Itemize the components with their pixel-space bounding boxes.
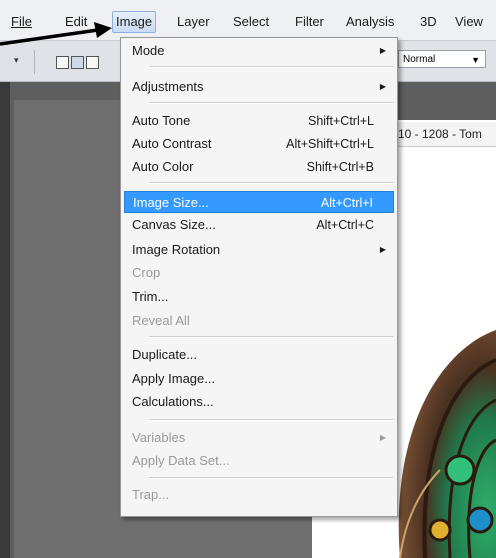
menu-item-label: Apply Image... bbox=[132, 371, 216, 386]
menu-separator bbox=[149, 102, 393, 104]
menu-filter[interactable]: Filter bbox=[292, 13, 327, 31]
menu-item-auto-color[interactable]: Auto Color Shift+Ctrl+B bbox=[124, 156, 394, 178]
menu-item-trap: Trap... bbox=[124, 484, 394, 506]
menu-view[interactable]: View bbox=[452, 13, 486, 31]
menu-edit[interactable]: Edit bbox=[62, 13, 90, 31]
menu-item-shortcut: Shift+Ctrl+B bbox=[306, 160, 374, 174]
submenu-arrow-icon: ▶ bbox=[379, 46, 386, 55]
menu-bar: File Edit Image Layer Select Filter Anal… bbox=[0, 0, 496, 41]
menu-item-image-rotation[interactable]: Image Rotation ▶ bbox=[124, 239, 394, 261]
submenu-arrow-icon: ▶ bbox=[379, 82, 386, 91]
menu-item-label: Auto Tone bbox=[132, 113, 191, 128]
menu-select-label: Select bbox=[233, 14, 270, 29]
menu-image-label: Image bbox=[116, 14, 153, 29]
menu-file[interactable]: File bbox=[8, 13, 35, 31]
menu-image[interactable]: Image bbox=[112, 11, 157, 33]
menu-item-shortcut: Alt+Ctrl+C bbox=[316, 218, 374, 232]
menu-separator bbox=[149, 182, 393, 184]
menu-layer[interactable]: Layer bbox=[174, 13, 213, 31]
menu-item-shortcut: Alt+Ctrl+I bbox=[320, 196, 373, 210]
menu-separator bbox=[149, 419, 393, 421]
options-separator bbox=[34, 50, 35, 74]
menu-item-apply-data-set: Apply Data Set... bbox=[124, 450, 394, 472]
subtract-selection-icon[interactable] bbox=[86, 56, 99, 69]
menu-3d[interactable]: 3D bbox=[417, 13, 440, 31]
menu-item-label: Crop bbox=[132, 265, 161, 280]
menu-item-label: Auto Color bbox=[132, 159, 194, 174]
menu-separator bbox=[149, 66, 393, 68]
menu-layer-label: Layer bbox=[177, 14, 210, 29]
menu-item-auto-tone[interactable]: Auto Tone Shift+Ctrl+L bbox=[124, 110, 394, 132]
menu-item-adjustments[interactable]: Adjustments ▶ bbox=[124, 76, 394, 98]
submenu-arrow-icon: ▶ bbox=[379, 433, 386, 442]
menu-separator bbox=[149, 477, 393, 479]
menu-item-auto-contrast[interactable]: Auto Contrast Alt+Shift+Ctrl+L bbox=[124, 133, 394, 155]
menu-item-label: Auto Contrast bbox=[132, 136, 212, 151]
menu-3d-label: 3D bbox=[420, 14, 437, 29]
menu-filter-label: Filter bbox=[295, 14, 324, 29]
blend-mode-value: Normal bbox=[403, 54, 436, 65]
menu-item-label: Apply Data Set... bbox=[132, 453, 230, 468]
menu-item-trim[interactable]: Trim... bbox=[124, 286, 394, 308]
menu-item-canvas-size[interactable]: Canvas Size... Alt+Ctrl+C bbox=[124, 214, 394, 236]
image-menu-dropdown: Mode ▶ Adjustments ▶ Auto Tone Shift+Ctr… bbox=[120, 37, 398, 517]
menu-item-label: Duplicate... bbox=[132, 347, 198, 362]
menu-item-label: Variables bbox=[132, 430, 186, 445]
menu-separator bbox=[149, 336, 393, 338]
tools-panel bbox=[0, 82, 10, 558]
menu-item-label: Image Rotation bbox=[132, 242, 221, 257]
menu-item-duplicate[interactable]: Duplicate... bbox=[124, 344, 394, 366]
menu-item-label: Mode bbox=[132, 43, 165, 58]
menu-item-apply-image[interactable]: Apply Image... bbox=[124, 368, 394, 390]
menu-edit-label: Edit bbox=[65, 14, 88, 29]
menu-item-variables: Variables ▶ bbox=[124, 427, 394, 449]
submenu-arrow-icon: ▶ bbox=[379, 245, 386, 254]
new-selection-icon[interactable] bbox=[56, 56, 69, 69]
menu-item-label: Trim... bbox=[132, 289, 169, 304]
menu-select[interactable]: Select bbox=[230, 13, 272, 31]
tool-preset-dropdown-icon[interactable]: ▾ bbox=[14, 56, 19, 66]
chevron-down-icon: ▼ bbox=[471, 55, 480, 65]
menu-item-crop: Crop bbox=[124, 262, 394, 284]
menu-item-label: Canvas Size... bbox=[132, 217, 216, 232]
menu-view-label: View bbox=[455, 14, 483, 29]
menu-item-label: Adjustments bbox=[132, 79, 204, 94]
menu-item-image-size[interactable]: Image Size... Alt+Ctrl+I bbox=[124, 191, 394, 213]
menu-item-label: Reveal All bbox=[132, 313, 190, 328]
menu-item-label: Image Size... bbox=[133, 195, 209, 210]
menu-analysis-label: Analysis bbox=[346, 14, 395, 29]
menu-item-shortcut: Shift+Ctrl+L bbox=[307, 114, 374, 128]
menu-file-label: File bbox=[11, 14, 32, 29]
menu-item-label: Calculations... bbox=[132, 394, 214, 409]
document-tab[interactable]: 10 - 1208 - Tom bbox=[398, 122, 496, 147]
menu-item-label: Trap... bbox=[132, 487, 170, 502]
menu-item-mode[interactable]: Mode ▶ bbox=[124, 40, 394, 62]
menu-analysis[interactable]: Analysis bbox=[343, 13, 397, 31]
blend-mode-select[interactable]: Normal ▼ bbox=[398, 50, 486, 68]
document-tab-title: 10 - 1208 - Tom bbox=[398, 127, 482, 141]
menu-item-calculations[interactable]: Calculations... bbox=[124, 391, 394, 413]
add-selection-icon[interactable] bbox=[71, 56, 84, 69]
menu-item-shortcut: Alt+Shift+Ctrl+L bbox=[286, 137, 374, 151]
menu-item-reveal-all: Reveal All bbox=[124, 310, 394, 332]
